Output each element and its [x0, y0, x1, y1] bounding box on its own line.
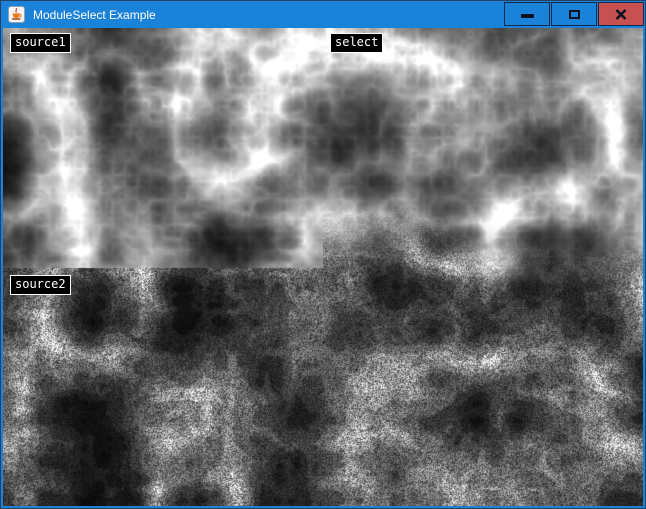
noise-render-canvas	[3, 28, 643, 506]
label-source1: source1	[10, 33, 71, 53]
maximize-icon	[569, 10, 580, 19]
java-coffee-cup-icon	[8, 6, 25, 23]
close-icon	[615, 9, 627, 20]
window-title: ModuleSelect Example	[33, 8, 156, 22]
close-button[interactable]	[598, 2, 644, 26]
minimize-icon	[521, 14, 534, 18]
label-source2: source2	[10, 275, 71, 295]
app-window: ModuleSelect Example source1 select sour…	[0, 0, 646, 509]
titlebar[interactable]: ModuleSelect Example	[1, 1, 645, 28]
minimize-button[interactable]	[504, 2, 550, 26]
window-controls	[504, 2, 644, 26]
maximize-button[interactable]	[551, 2, 597, 26]
label-select: select	[330, 33, 383, 53]
render-area: source1 select source2	[3, 28, 643, 506]
